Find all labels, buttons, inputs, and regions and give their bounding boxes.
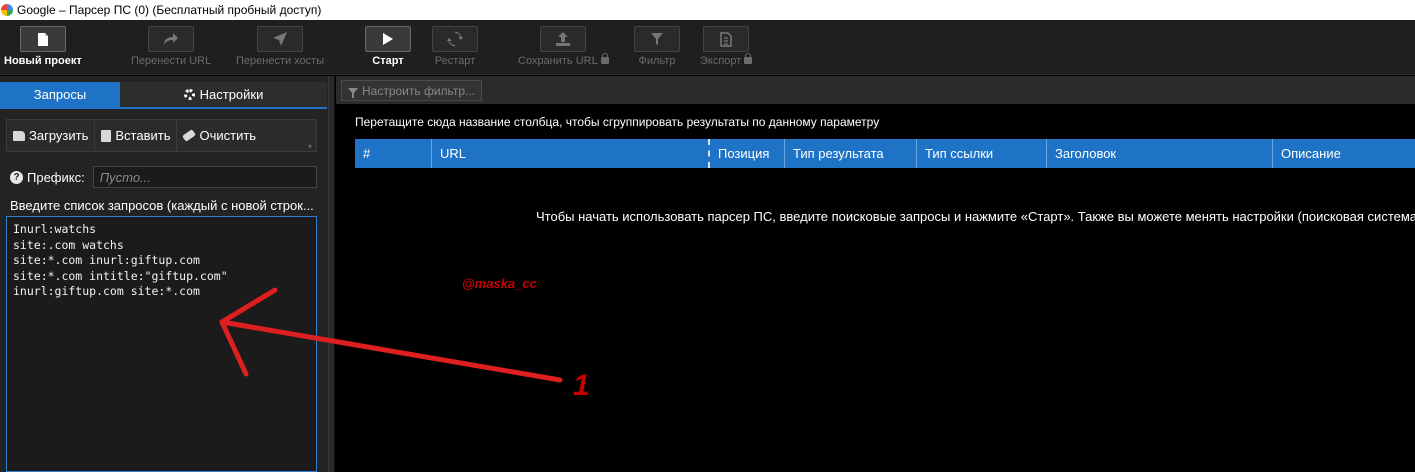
share-arrow-icon: [148, 26, 195, 52]
tab-queries-label: Запросы: [33, 87, 87, 102]
upload-icon: [540, 26, 587, 52]
new-document-icon: [19, 26, 66, 52]
transfer-hosts-label: Перенести хосты: [236, 55, 325, 67]
query-actions-bar: Загрузить Вставить Очистить ▾: [6, 119, 317, 152]
new-project-label: Новый проект: [4, 55, 82, 67]
filter-button[interactable]: Фильтр: [634, 26, 680, 67]
query-line: site:*.com intitle:"giftup.com": [13, 268, 228, 283]
transfer-url-button[interactable]: Перенести URL: [131, 26, 211, 67]
save-url-label: Сохранить URL: [518, 53, 609, 67]
paste-icon: [101, 129, 112, 142]
help-icon[interactable]: ?: [10, 170, 23, 184]
prefix-label: Префикс:: [27, 169, 85, 185]
column-header-description[interactable]: Описание: [1272, 139, 1415, 168]
load-button[interactable]: Загрузить: [7, 120, 96, 151]
start-label: Старт: [372, 55, 404, 67]
column-header-result-type[interactable]: Тип результата: [784, 139, 916, 168]
new-project-button[interactable]: Новый проект: [4, 26, 82, 67]
title-bar: Google – Парсер ПС (0) (Бесплатный пробн…: [0, 0, 1415, 20]
query-line: site:*.com inurl:giftup.com: [13, 253, 200, 267]
load-label: Загрузить: [29, 128, 89, 143]
column-header-title[interactable]: Заголовок: [1046, 139, 1272, 168]
queries-textarea[interactable]: Inurl:watchs site:.com watchs site:*.com…: [6, 216, 317, 472]
configure-filter-button[interactable]: Настроить фильтр...: [341, 80, 483, 101]
export-file-icon: [703, 26, 750, 52]
lock-icon: [744, 53, 753, 64]
export-label: Экспорт: [700, 53, 753, 67]
panel-splitter[interactable]: [328, 76, 335, 472]
filter-bar: Настроить фильтр...: [336, 76, 1415, 104]
more-chevron-icon[interactable]: ▾: [308, 142, 312, 151]
queries-label: Введите список запросов (каждый с новой …: [10, 198, 314, 213]
query-line: inurl:giftup.com site:*.com: [13, 284, 200, 298]
tab-bar: Запросы Настройки: [0, 82, 328, 109]
folder-icon: [13, 130, 25, 141]
column-header-link-type[interactable]: Тип ссылки: [916, 139, 1046, 168]
query-line: Inurl:watchs: [13, 222, 97, 236]
left-panel: Запросы Настройки Загрузить Вставить Очи…: [0, 76, 328, 472]
transfer-url-label: Перенести URL: [131, 55, 212, 67]
filter-label: Фильтр: [638, 55, 676, 67]
export-button[interactable]: Экспорт: [700, 26, 753, 67]
column-header-position[interactable]: Позиция: [708, 139, 784, 168]
start-button[interactable]: Старт: [365, 26, 411, 67]
watermark-text: @maska_cc: [462, 276, 537, 291]
refresh-icon: [432, 26, 478, 52]
empty-state-message: Чтобы начать использовать парсер ПС, вве…: [536, 209, 1415, 224]
results-panel: Настроить фильтр... Перетащите сюда назв…: [336, 76, 1415, 472]
prefix-placeholder: Пусто...: [99, 169, 151, 185]
window-title: Google – Парсер ПС (0) (Бесплатный пробн…: [17, 3, 322, 17]
prefix-row: ? Префикс: Пусто...: [10, 166, 317, 188]
tab-settings[interactable]: Настройки: [120, 82, 327, 107]
transfer-hosts-button[interactable]: Перенести хосты: [236, 26, 324, 67]
annotation-number: 1: [573, 369, 590, 402]
clear-button[interactable]: Очистить: [177, 120, 262, 151]
paste-label: Вставить: [115, 128, 171, 143]
group-by-hint: Перетащите сюда название столбца, чтобы …: [355, 115, 880, 129]
restart-button[interactable]: Рестарт: [432, 26, 478, 67]
prefix-input[interactable]: Пусто...: [92, 166, 317, 188]
query-line: site:.com watchs: [13, 237, 124, 252]
filter-icon: [348, 87, 358, 98]
tab-underline: [0, 107, 327, 109]
toolbar: Новый проект Перенести URL Перенести хос…: [0, 20, 1415, 75]
send-icon: [257, 26, 304, 52]
tab-queries[interactable]: Запросы: [0, 82, 120, 107]
eraser-icon: [182, 129, 197, 142]
filter-icon: [634, 26, 680, 52]
column-header-url[interactable]: URL: [431, 139, 708, 168]
clear-label: Очистить: [199, 128, 257, 143]
play-icon: [365, 26, 411, 52]
column-header-number[interactable]: #: [355, 139, 431, 168]
gear-icon: [183, 89, 195, 100]
tab-settings-label: Настройки: [199, 87, 264, 102]
save-url-button[interactable]: Сохранить URL: [518, 26, 609, 67]
configure-filter-label: Настроить фильтр...: [362, 83, 476, 98]
restart-label: Рестарт: [434, 55, 476, 67]
paste-button[interactable]: Вставить: [95, 120, 178, 151]
results-grid-header: # URL Позиция Тип результата Тип ссылки …: [355, 139, 1415, 168]
app-icon: [1, 4, 13, 16]
lock-icon: [600, 53, 609, 64]
